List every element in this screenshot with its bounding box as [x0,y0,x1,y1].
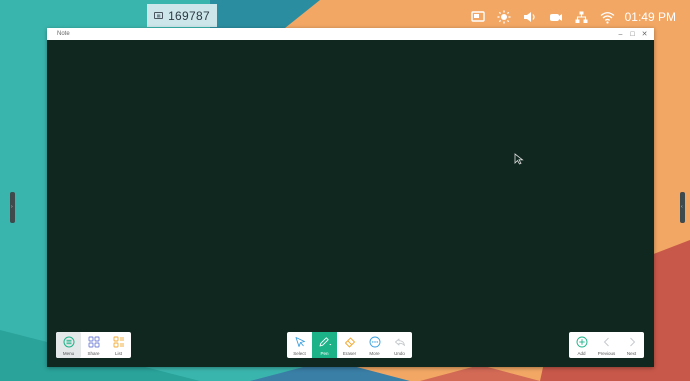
status-bar: 01:49 PM [470,8,676,26]
right-toolbar: Add Previous Next [569,332,644,358]
select-button[interactable]: Select [287,332,312,358]
previous-page-button[interactable]: Previous [594,332,619,358]
camera-icon[interactable] [549,11,563,23]
list-button[interactable]: List [106,332,131,358]
add-icon [576,336,587,348]
window-titlebar[interactable]: Note – □ ✕ [47,28,654,40]
share-icon [88,336,99,348]
left-toolbar: Menu Share List [56,332,131,358]
chevron-right-icon: › [11,204,13,210]
undo-button[interactable]: Undo [387,332,412,358]
window-title: Note [57,31,70,37]
undo-icon [394,338,405,346]
more-button[interactable]: More [362,332,387,358]
next-page-button[interactable]: Next [619,332,644,358]
note-window: Note – □ ✕ [47,28,654,367]
more-icon [369,336,380,348]
meeting-code-badge[interactable]: ▦ 169787 [147,4,217,27]
center-toolbar: Select Pen Eraser More Undo [287,332,412,358]
eraser-icon [344,337,355,348]
network-icon[interactable] [575,11,588,24]
previous-icon [603,337,609,347]
maximize-icon[interactable]: □ [627,28,638,40]
next-icon [629,337,635,347]
clock: 01:49 PM [624,10,676,24]
screen-share-icon[interactable] [470,11,485,23]
left-side-handle[interactable]: › [10,192,15,223]
pen-icon [319,337,331,347]
pen-button[interactable]: Pen [312,332,337,358]
add-page-button[interactable]: Add [569,332,594,358]
chevron-left-icon: ‹ [681,204,683,210]
menu-button[interactable]: Menu [56,332,81,358]
mouse-cursor-icon [514,153,524,165]
drawing-canvas[interactable] [47,40,654,367]
share-button[interactable]: Share [81,332,106,358]
brightness-icon[interactable] [497,10,511,24]
select-icon [295,337,305,347]
wifi-icon[interactable] [600,11,615,24]
meeting-code: 169787 [168,8,210,23]
close-icon[interactable]: ✕ [639,28,650,40]
minimize-icon[interactable]: – [615,28,626,40]
menu-icon [63,336,74,348]
volume-icon[interactable] [523,11,537,23]
code-icon: ▦ [154,12,164,19]
right-side-handle[interactable]: ‹ [680,192,685,223]
eraser-button[interactable]: Eraser [337,332,362,358]
list-icon [113,336,124,348]
